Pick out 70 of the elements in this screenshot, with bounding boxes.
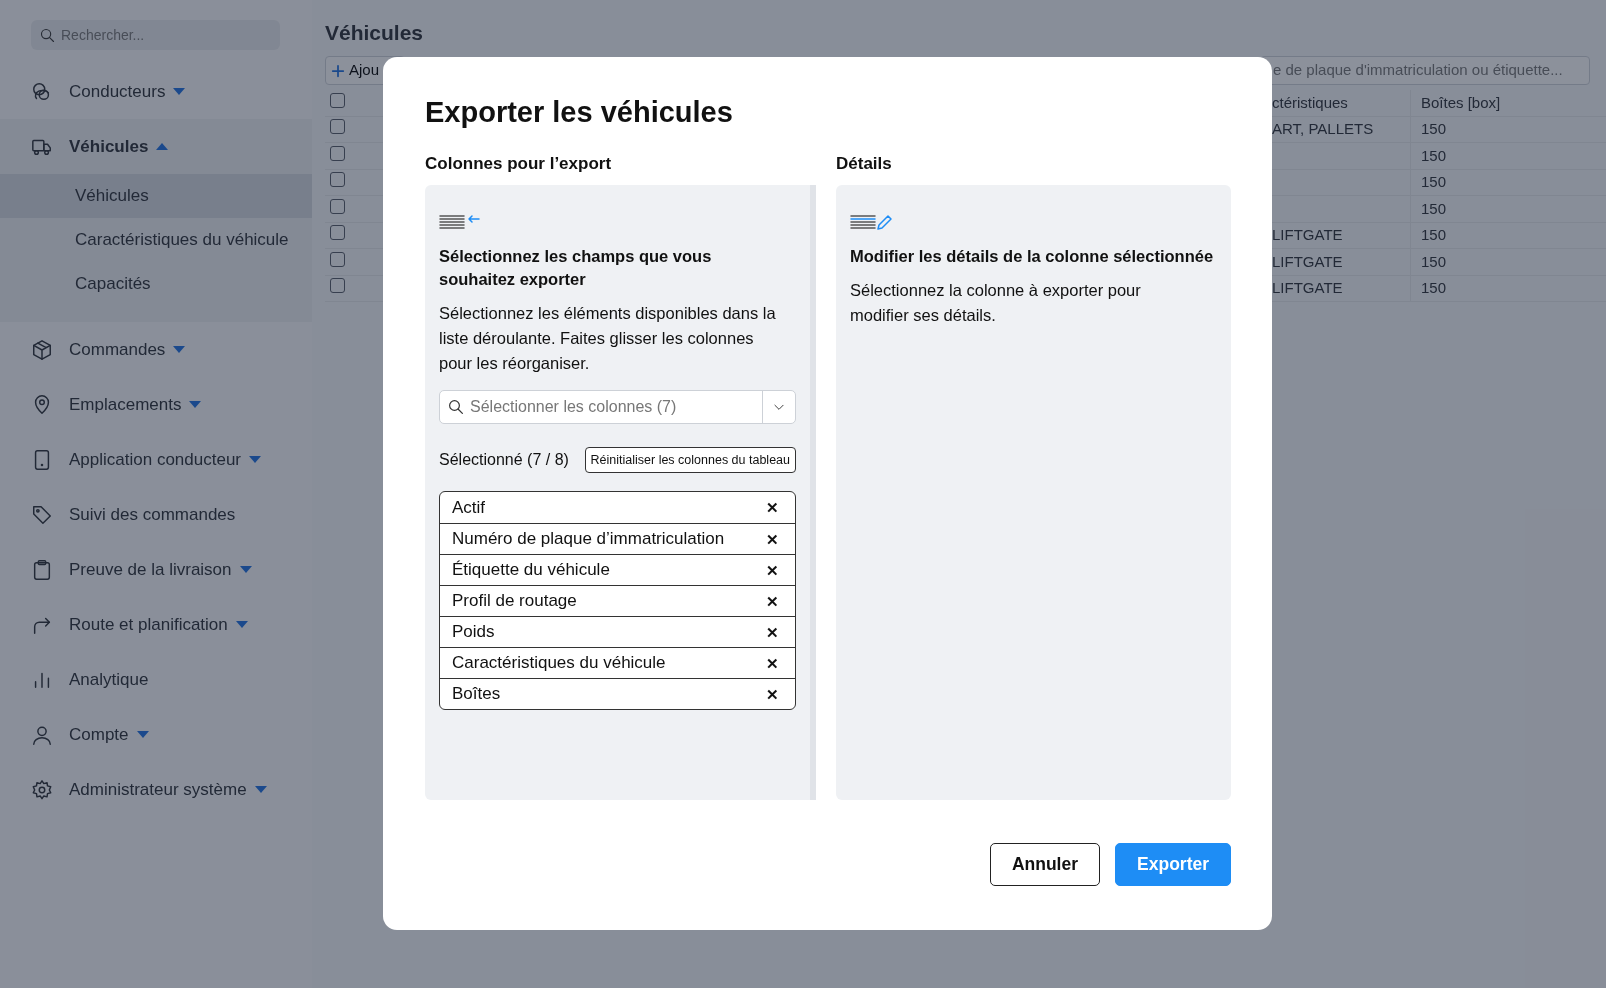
table-cell: ART, PALLETS [1272,120,1374,137]
checkbox[interactable] [330,145,345,161]
table-cell: LIFTGATE [1272,279,1343,296]
sidebar-item[interactable]: Commandes [0,322,312,377]
checkbox[interactable] [330,172,345,187]
sidebar-subitem[interactable]: Capacités [0,262,312,306]
sidebar-item[interactable]: Administrateur système [0,762,312,817]
table-cell-text: 150 [1421,251,1447,272]
column-item[interactable]: Étiquette du véhicule [452,557,610,583]
table-cell-text: 150 [1421,198,1447,219]
table-cell: LIFTGATE [1272,226,1343,243]
sidebar-subitem[interactable]: Véhicules [0,174,312,218]
sidebar-item[interactable]: Application conducteur [0,432,312,487]
sidebar-item[interactable]: Compte [0,707,312,762]
sidebar-item[interactable]: Analytique [0,652,312,707]
table-cell-text: 150 [1421,172,1447,192]
dialog-title: Exporter les véhicules [425,95,734,130]
column-select[interactable]: Sélectionner les colonnes (7) [439,390,796,424]
column-item[interactable]: Profil de routage [452,588,577,614]
table-cell-text: 150 [1421,145,1447,166]
remove-button[interactable]: ✕ [762,531,783,547]
column-item[interactable]: Caractéristiques du véhicule [452,650,666,676]
clipboard-icon [31,558,53,581]
sidebar-item[interactable]: Preuve de la livraison [0,542,312,597]
table-cell-text: 150 [1421,225,1447,245]
plus-icon [331,63,345,78]
reset-columns-button[interactable]: Réinitialiser les colonnes du tableau [584,447,796,473]
page-title: Véhicules [325,20,425,46]
search-field[interactable]: e de plaque d'immatriculation ou étiquette... [1260,56,1590,85]
settings-icon [31,778,53,801]
checkbox[interactable] [330,278,345,293]
search-field[interactable]: Rechercher... [31,20,280,50]
tag-icon [31,503,53,526]
sidebar-item[interactable]: Route et planification [0,597,312,652]
column-item[interactable]: Boîtes [452,681,501,707]
cancel-button[interactable]: Annuler [989,843,1101,886]
remove-button[interactable]: ✕ [762,593,783,609]
panel-text: Sélectionnez les éléments disponibles dans la liste déroulante. Faites glisser les colonnes pour les réorganiser. [439,303,777,374]
table-cell-text: 150 [1421,119,1447,139]
remove-button[interactable]: ✕ [762,624,783,640]
table-cell: LIFTGATE [1272,252,1343,270]
sidebar-item[interactable]: Emplacements [0,377,312,432]
section-label: Colonnes pour l’export [425,153,613,175]
list-pencil-icon [850,213,892,230]
sidebar-item[interactable]: Conducteurs [0,64,312,119]
checkbox[interactable] [330,225,345,240]
panel-heading: Modifier les détails de la colonne sélectionnée [850,246,1215,267]
checkbox[interactable] [330,119,345,134]
checkbox[interactable] [330,92,345,108]
panel-heading: Sélectionnez les champs que vous souhaitez exporter [439,246,713,290]
remove-button[interactable]: ✕ [762,686,783,702]
sidebar-item[interactable]: Véhicules [0,119,312,174]
column-item[interactable]: Poids [452,619,495,645]
remove-button[interactable]: ✕ [762,655,783,671]
list-arrow-icon [439,213,481,230]
checkbox[interactable] [330,251,345,267]
column-item[interactable]: Numéro de plaque d’immatriculation [452,526,725,552]
section-label: Détails [836,153,893,175]
remove-button[interactable]: ✕ [762,500,783,515]
column-header: ctéristiques [1271,92,1349,113]
selected-count: Sélectionné (7 / 8) [439,450,569,470]
box-icon [31,338,53,361]
checkbox[interactable] [330,198,345,214]
sidebar-subitem[interactable]: Caractéristiques du véhicule [0,218,312,262]
column-item[interactable]: Actif [452,494,486,521]
sidebar-item[interactable]: Suivi des commandes [0,487,312,542]
remove-button[interactable]: ✕ [762,562,783,578]
panel-text: Sélectionnez la colonne à exporter pour modifier ses détails. [850,280,1142,326]
column-header: Boîtes [box] [1410,90,1537,116]
table-cell-text: 150 [1421,278,1447,298]
